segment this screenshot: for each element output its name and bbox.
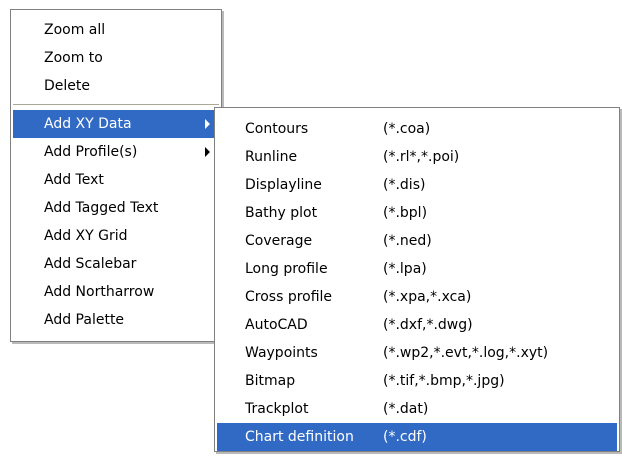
menu-item-label: Add XY Data — [44, 116, 132, 132]
submenu-item-extension: (*.wp2,*.evt,*.log,*.xyt) — [383, 345, 549, 361]
menu-item-add-xy-data[interactable]: Add XY Data — [13, 110, 219, 138]
menu-item-add-text[interactable]: Add Text — [13, 166, 219, 194]
menu-item-zoom-to[interactable]: Zoom to — [13, 44, 219, 72]
submenu-item-label: Runline — [245, 149, 298, 165]
submenu-item-extension: (*.rl*,*.poi) — [383, 149, 460, 165]
menu-item-label: Add Palette — [44, 312, 125, 328]
submenu-item-extension: (*.ned) — [383, 233, 432, 249]
submenu-item-extension: (*.xpa,*.xca) — [383, 289, 472, 305]
menu-item-add-xy-grid[interactable]: Add XY Grid — [13, 222, 219, 250]
submenu-item-waypoints[interactable]: Waypoints (*.wp2,*.evt,*.log,*.xyt) — [217, 339, 617, 367]
menu-item-label: Delete — [44, 78, 90, 94]
submenu-item-label: Chart definition — [245, 429, 354, 445]
menu-item-label: Add Profile(s) — [44, 144, 138, 160]
submenu-item-extension: (*.dis) — [383, 177, 426, 193]
submenu-item-label: AutoCAD — [245, 317, 308, 333]
submenu-arrow-icon — [205, 147, 210, 157]
submenu-item-label: Waypoints — [245, 345, 318, 361]
submenu-item-extension: (*.coa) — [383, 121, 431, 137]
menu-item-delete[interactable]: Delete — [13, 72, 219, 100]
submenu-item-extension: (*.tif,*.bmp,*.jpg) — [383, 373, 505, 389]
menu-item-add-palette[interactable]: Add Palette — [13, 306, 219, 334]
submenu-item-label: Bathy plot — [245, 205, 318, 221]
submenu-item-extension: (*.bpl) — [383, 205, 428, 221]
menu-item-add-profiles[interactable]: Add Profile(s) — [13, 138, 219, 166]
submenu-item-label: Bitmap — [245, 373, 296, 389]
submenu-item-bathy-plot[interactable]: Bathy plot (*.bpl) — [217, 199, 617, 227]
xy-data-submenu: Contours (*.coa) Runline (*.rl*,*.poi) Dis… — [214, 107, 620, 452]
submenu-item-label: Displayline — [245, 177, 322, 193]
submenu-item-displayline[interactable]: Displayline (*.dis) — [217, 171, 617, 199]
submenu-item-extension: (*.dxf,*.dwg) — [383, 317, 473, 333]
menu-item-zoom-all[interactable]: Zoom all — [13, 16, 219, 44]
submenu-item-runline[interactable]: Runline (*.rl*,*.poi) — [217, 143, 617, 171]
submenu-arrow-icon — [205, 119, 210, 129]
submenu-item-chart-definition[interactable]: Chart definition (*.cdf) — [217, 423, 617, 451]
submenu-item-label: Coverage — [245, 233, 313, 249]
submenu-item-label: Cross profile — [245, 289, 333, 305]
menu-item-label: Add Tagged Text — [44, 200, 159, 216]
submenu-item-label: Trackplot — [245, 401, 309, 417]
menu-item-label: Add XY Grid — [44, 228, 128, 244]
menu-item-label: Add Scalebar — [44, 256, 137, 272]
submenu-item-label: Contours — [245, 121, 309, 137]
submenu-item-label: Long profile — [245, 261, 328, 277]
submenu-item-long-profile[interactable]: Long profile (*.lpa) — [217, 255, 617, 283]
submenu-item-cross-profile[interactable]: Cross profile (*.xpa,*.xca) — [217, 283, 617, 311]
menu-item-add-tagged-text[interactable]: Add Tagged Text — [13, 194, 219, 222]
submenu-item-contours[interactable]: Contours (*.coa) — [217, 115, 617, 143]
menu-item-label: Add Text — [44, 172, 104, 188]
submenu-item-autocad[interactable]: AutoCAD (*.dxf,*.dwg) — [217, 311, 617, 339]
menu-separator — [13, 100, 219, 110]
context-menu: Zoom all Zoom to Delete Add XY Data Add … — [10, 9, 222, 342]
menu-item-add-scalebar[interactable]: Add Scalebar — [13, 250, 219, 278]
submenu-item-extension: (*.cdf) — [383, 429, 427, 445]
submenu-item-trackplot[interactable]: Trackplot (*.dat) — [217, 395, 617, 423]
submenu-item-extension: (*.dat) — [383, 401, 429, 417]
submenu-item-coverage[interactable]: Coverage (*.ned) — [217, 227, 617, 255]
menu-item-label: Add Northarrow — [44, 284, 155, 300]
submenu-item-extension: (*.lpa) — [383, 261, 427, 277]
menu-item-label: Zoom all — [44, 22, 106, 38]
menu-item-add-northarrow[interactable]: Add Northarrow — [13, 278, 219, 306]
submenu-item-bitmap[interactable]: Bitmap (*.tif,*.bmp,*.jpg) — [217, 367, 617, 395]
menu-item-label: Zoom to — [44, 50, 103, 66]
